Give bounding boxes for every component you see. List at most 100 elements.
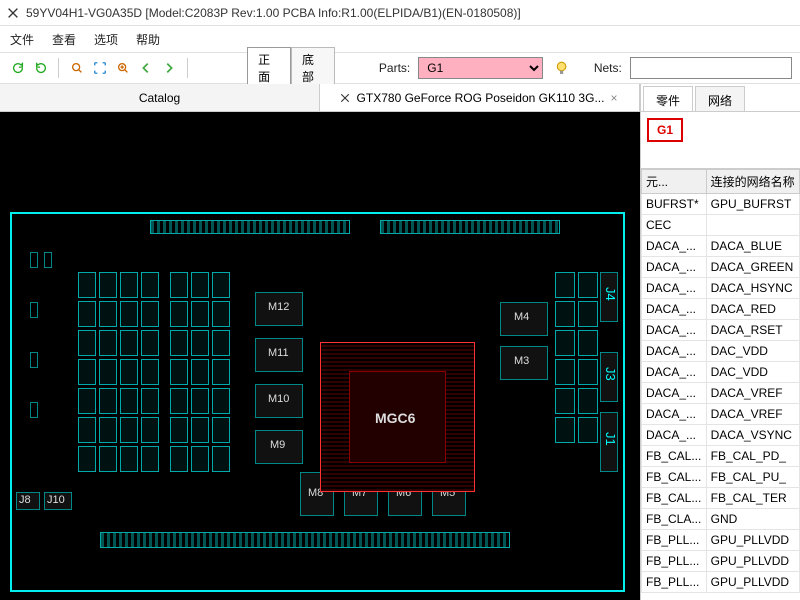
cell-pin: DACA_... [642, 320, 707, 341]
cell-net: DACA_RED [706, 299, 799, 320]
mem-chip [500, 346, 548, 380]
cell-pin: FB_CAL... [642, 446, 707, 467]
bulb-icon[interactable] [553, 59, 570, 77]
nets-table[interactable]: 元... 连接的网络名称 BUFRST*GPU_BUFRSTCECDACA_..… [641, 168, 800, 600]
cell-pin: DACA_... [642, 362, 707, 383]
shuffle-icon [339, 92, 351, 104]
separator [187, 58, 188, 78]
edge-connector [100, 532, 510, 548]
col-pin[interactable]: 元... [642, 170, 707, 194]
zoom-in-icon[interactable] [113, 58, 132, 78]
cell-pin: FB_PLL... [642, 530, 707, 551]
table-row[interactable]: FB_PLL...GPU_PLLVDD [642, 530, 800, 551]
cell-pin: CEC [642, 215, 707, 236]
nets-select[interactable] [630, 57, 792, 79]
cell-pin: DACA_... [642, 278, 707, 299]
cell-net: GND [706, 509, 799, 530]
cell-pin: DACA_... [642, 341, 707, 362]
mem-chip [255, 338, 303, 372]
side-back-button[interactable]: 底部 [291, 47, 335, 89]
mem-chip [255, 384, 303, 418]
table-row[interactable]: DACA_...DACA_RED [642, 299, 800, 320]
table-row[interactable]: FB_CAL...FB_CAL_PU_ [642, 467, 800, 488]
small-comp [30, 402, 38, 418]
small-comp [30, 352, 38, 368]
pcb-viewport[interactable]: M12 M11 M10 M9 M8 M7 M6 M5 [0, 112, 640, 600]
cell-pin: DACA_... [642, 383, 707, 404]
cell-pin: FB_CAL... [642, 488, 707, 509]
cell-net: DAC_VDD [706, 362, 799, 383]
zoom-fit-icon[interactable] [67, 58, 86, 78]
cell-pin: FB_PLL... [642, 572, 707, 593]
toolbar: 正面 底部 Parts: G1 Nets: [0, 52, 800, 84]
cell-net: DACA_VSYNC [706, 425, 799, 446]
separator [58, 58, 59, 78]
cell-pin: FB_CLA... [642, 509, 707, 530]
table-row[interactable]: DACA_...DAC_VDD [642, 362, 800, 383]
document-tabs: Catalog GTX780 GeForce ROG Poseidon GK11… [0, 84, 640, 112]
cell-net: FB_CAL_PU_ [706, 467, 799, 488]
menubar: 文件 查看 选项 帮助 [0, 26, 800, 52]
menu-view[interactable]: 查看 [52, 31, 76, 48]
tab-label: GTX780 GeForce ROG Poseidon GK110 3G... [357, 91, 605, 105]
selected-part-badge: G1 [647, 118, 683, 142]
table-row[interactable]: DACA_...DAC_VDD [642, 341, 800, 362]
connector-top-2 [380, 220, 560, 234]
parts-label: Parts: [379, 61, 410, 75]
cell-pin: FB_PLL... [642, 551, 707, 572]
table-row[interactable]: DACA_...DACA_HSYNC [642, 278, 800, 299]
tab-board[interactable]: GTX780 GeForce ROG Poseidon GK110 3G... … [320, 84, 640, 111]
window-title: 59YV04H1-VG0A35D [Model:C2083P Rev:1.00 … [26, 6, 521, 20]
table-row[interactable]: DACA_...DACA_RSET [642, 320, 800, 341]
table-row[interactable]: FB_CLA...GND [642, 509, 800, 530]
j-connector [16, 492, 40, 510]
side-tabs: 零件 网络 [641, 84, 800, 112]
app-icon [6, 6, 20, 20]
tab-nets[interactable]: 网络 [695, 86, 745, 111]
j-connector [44, 492, 72, 510]
table-row[interactable]: FB_CAL...FB_CAL_PD_ [642, 446, 800, 467]
table-row[interactable]: DACA_...DACA_GREEN [642, 257, 800, 278]
pcb-board: M12 M11 M10 M9 M8 M7 M6 M5 [10, 212, 625, 592]
arrow-right-icon[interactable] [159, 58, 178, 78]
small-comp [30, 302, 38, 318]
col-net[interactable]: 连接的网络名称 [706, 170, 799, 194]
table-row[interactable]: DACA_...DACA_BLUE [642, 236, 800, 257]
table-row[interactable]: FB_PLL...GPU_PLLVDD [642, 551, 800, 572]
close-icon[interactable]: × [610, 91, 620, 105]
j-connector [600, 272, 618, 322]
titlebar: 59YV04H1-VG0A35D [Model:C2083P Rev:1.00 … [0, 0, 800, 26]
table-row[interactable]: BUFRST*GPU_BUFRST [642, 194, 800, 215]
cell-net [706, 215, 799, 236]
tab-parts[interactable]: 零件 [643, 86, 693, 111]
menu-help[interactable]: 帮助 [136, 31, 160, 48]
cell-net: GPU_BUFRST [706, 194, 799, 215]
table-row[interactable]: FB_PLL...GPU_PLLVDD [642, 572, 800, 593]
cell-net: DACA_VREF [706, 383, 799, 404]
gpu-chip [320, 342, 475, 492]
mem-chip [255, 430, 303, 464]
parts-select[interactable]: G1 [418, 57, 542, 79]
cell-net: FB_CAL_TER [706, 488, 799, 509]
cap-cluster-r [555, 272, 598, 443]
table-row[interactable]: DACA_...DACA_VREF [642, 383, 800, 404]
cell-net: DAC_VDD [706, 341, 799, 362]
tab-catalog[interactable]: Catalog [0, 84, 320, 111]
cell-pin: DACA_... [642, 236, 707, 257]
refresh-cw-icon[interactable] [8, 58, 27, 78]
arrow-left-icon[interactable] [136, 58, 155, 78]
table-row[interactable]: DACA_...DACA_VSYNC [642, 425, 800, 446]
cell-net: DACA_HSYNC [706, 278, 799, 299]
menu-file[interactable]: 文件 [10, 31, 34, 48]
table-row[interactable]: CEC [642, 215, 800, 236]
cap-cluster-2 [170, 272, 230, 472]
table-row[interactable]: FB_CAL...FB_CAL_TER [642, 488, 800, 509]
cell-net: GPU_PLLVDD [706, 572, 799, 593]
zoom-extents-icon[interactable] [90, 58, 109, 78]
table-row[interactable]: DACA_...DACA_VREF [642, 404, 800, 425]
menu-options[interactable]: 选项 [94, 31, 118, 48]
side-front-button[interactable]: 正面 [247, 47, 291, 89]
nets-label: Nets: [594, 61, 622, 75]
refresh-ccw-icon[interactable] [31, 58, 50, 78]
mem-chip [255, 292, 303, 326]
